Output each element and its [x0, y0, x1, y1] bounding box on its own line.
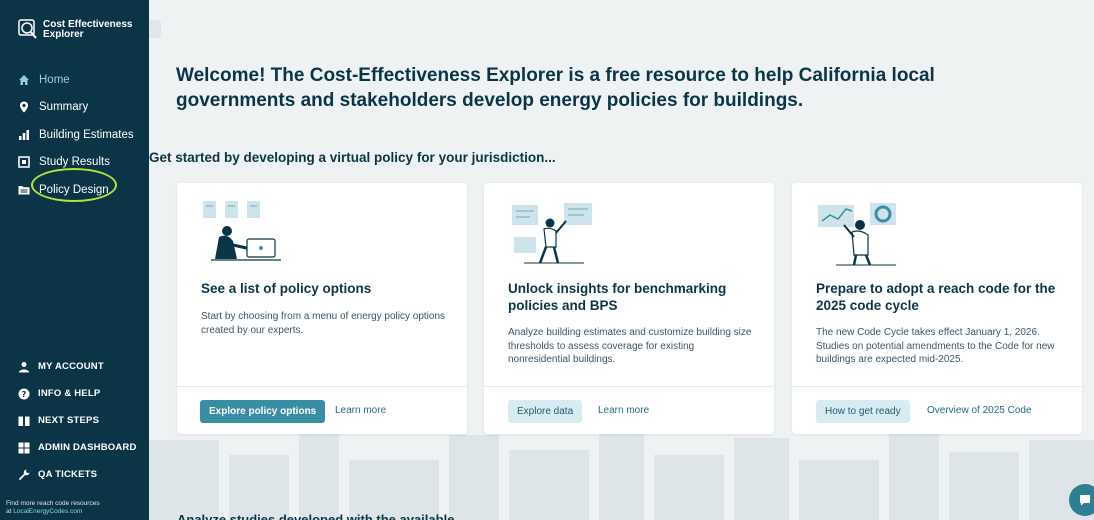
dashboard-icon: [18, 442, 30, 454]
svg-text:?: ?: [22, 390, 27, 399]
folder-icon: [18, 184, 30, 196]
city-skyline-background: [149, 425, 1094, 520]
local-energy-codes-link[interactable]: LocalEnergyCodes.com: [13, 508, 82, 515]
sidebar: Cost Effectiveness Explorer Home Summary…: [0, 0, 149, 520]
card-description: The new Code Cycle takes effect January …: [816, 327, 1055, 365]
section-title: Get started by developing a virtual poli…: [149, 150, 556, 165]
help-icon: ?: [18, 388, 30, 400]
app-logo[interactable]: Cost Effectiveness Explorer: [18, 19, 132, 41]
resources-note: Find more reach code resources at LocalE…: [6, 500, 100, 515]
user-icon: [18, 361, 30, 373]
card-benchmarking: Unlock insights for benchmarking policie…: [484, 183, 774, 434]
nav-item-my-account[interactable]: MY ACCOUNT: [0, 353, 149, 380]
nav-item-summary[interactable]: Summary: [0, 94, 149, 122]
nav-item-qa-tickets[interactable]: QA TICKETS: [0, 461, 149, 488]
app-name: Cost Effectiveness Explorer: [43, 19, 133, 40]
card-title: See a list of policy options: [201, 281, 372, 296]
chat-icon: [1080, 495, 1090, 506]
bar-chart-icon: [18, 129, 30, 141]
wrench-icon: [18, 469, 30, 481]
learn-more-link[interactable]: Learn more: [598, 405, 649, 416]
overview-2025-code-link[interactable]: Overview of 2025 Code: [927, 405, 1032, 416]
explore-policy-options-button[interactable]: Explore policy options: [200, 400, 326, 423]
book-icon: [18, 415, 30, 427]
secondary-nav: MY ACCOUNT ? INFO & HELP NEXT STEPS ADMI…: [0, 353, 149, 488]
map-pin-icon: [18, 101, 30, 113]
nav-item-policy-design[interactable]: Policy Design: [0, 176, 149, 204]
magnifier-logo-icon: [18, 19, 38, 41]
card-description: Analyze building estimates and customize…: [508, 327, 752, 365]
person-chart-illustration: [818, 203, 896, 266]
how-to-get-ready-button[interactable]: How to get ready: [816, 400, 910, 423]
nav-item-next-steps[interactable]: NEXT STEPS: [0, 407, 149, 434]
card-title: Unlock insights for benchmarking policie…: [508, 281, 727, 313]
card-policy-options: See a list of policy options Start by ch…: [177, 183, 467, 434]
main-content: Welcome! The Cost-Effectiveness Explorer…: [149, 0, 1094, 520]
nav-item-admin-dashboard[interactable]: ADMIN DASHBOARD: [0, 434, 149, 461]
nav-item-info-help[interactable]: ? INFO & HELP: [0, 380, 149, 407]
nav-item-building-estimates[interactable]: Building Estimates: [0, 121, 149, 149]
nav-item-home[interactable]: Home: [0, 66, 149, 94]
person-laptop-illustration: [203, 201, 281, 261]
card-title: Prepare to adopt a reach code for the 20…: [816, 281, 1056, 313]
card-reach-code: Prepare to adopt a reach code for the 20…: [792, 183, 1082, 434]
card-description: Start by choosing from a menu of energy …: [201, 311, 446, 336]
explore-data-button[interactable]: Explore data: [508, 400, 583, 423]
learn-more-link[interactable]: Learn more: [335, 405, 386, 416]
person-dashboard-illustration: [512, 203, 592, 264]
main-nav: Home Summary Building Estimates Study Re…: [0, 66, 149, 204]
page-title: Welcome! The Cost-Effectiveness Explorer…: [176, 65, 935, 111]
study-results-icon: [18, 156, 30, 168]
chat-button[interactable]: [1069, 484, 1094, 516]
home-icon: [18, 74, 30, 86]
nav-item-study-results[interactable]: Study Results: [0, 149, 149, 177]
next-section-heading: Analyze studies developed with the avail…: [177, 512, 466, 520]
